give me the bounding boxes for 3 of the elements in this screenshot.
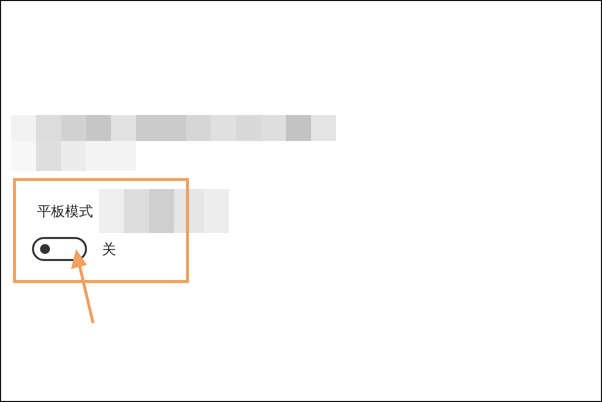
toggle-state-text: 关 <box>102 240 116 258</box>
setting-label: 平板模式 <box>37 202 93 220</box>
toggle-switch[interactable] <box>32 237 87 261</box>
